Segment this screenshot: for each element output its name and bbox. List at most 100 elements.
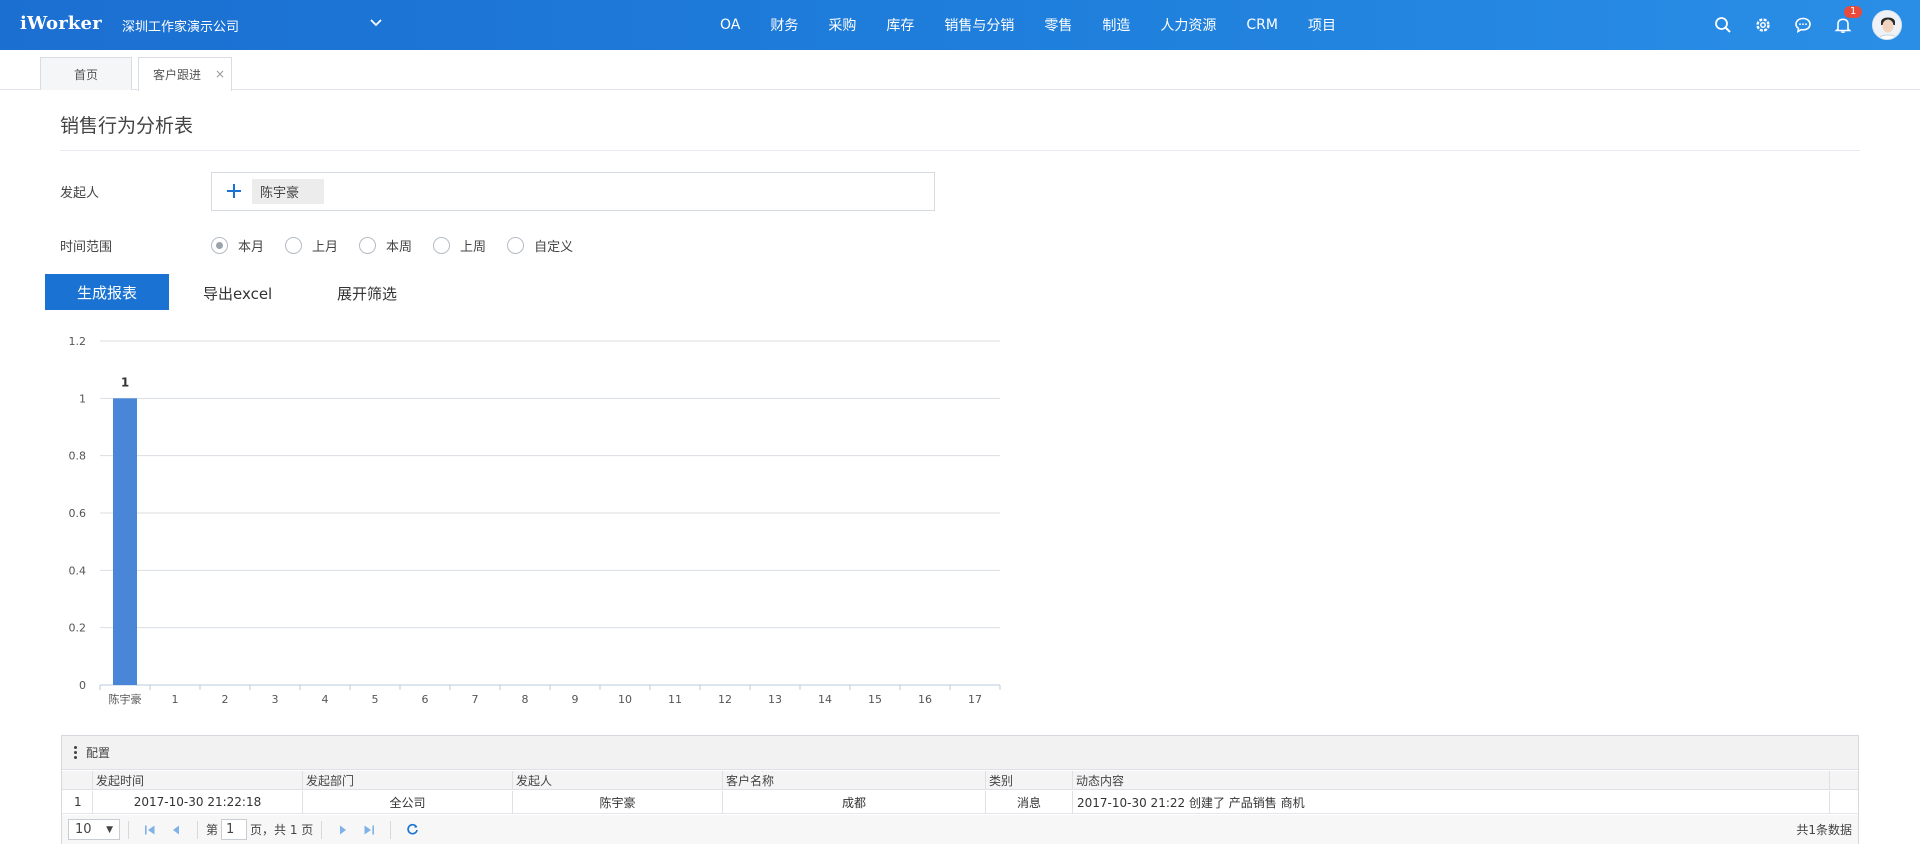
total-count: 共1条数据 <box>1796 823 1852 837</box>
bell-icon[interactable]: 1 <box>1832 6 1863 36</box>
radio-last-week[interactable]: 上周 <box>433 236 486 255</box>
gear-icon[interactable] <box>1752 14 1774 36</box>
y-tick-label: 0.6 <box>69 507 87 520</box>
column-header-content[interactable]: 动态内容 <box>1073 771 1830 789</box>
y-tick-label: 1.2 <box>69 335 87 348</box>
y-tick-label: 0.2 <box>69 622 87 635</box>
x-tick-label: 13 <box>768 693 782 706</box>
top-bar: iWorker 深圳工作家演示公司 OA 财务 采购 库存 销售与分销 零售 制… <box>0 0 1920 50</box>
tab-bar: 首页 客户跟进 × <box>0 50 1920 91</box>
x-tick-label: 9 <box>572 693 579 706</box>
x-tick-label: 15 <box>868 693 882 706</box>
more-icon[interactable] <box>72 745 78 760</box>
column-header-type[interactable]: 类别 <box>986 771 1073 789</box>
caret-down-icon: ▼ <box>106 824 113 835</box>
radio-label: 上月 <box>312 240 339 255</box>
x-tick-label: 16 <box>918 693 932 706</box>
cell-department: 全公司 <box>303 791 513 813</box>
cell-initiator: 陈宇豪 <box>513 791 723 813</box>
divider <box>128 820 129 839</box>
column-header-index <box>62 771 93 789</box>
page-number-input[interactable]: 1 <box>221 819 248 840</box>
column-header-department[interactable]: 发起部门 <box>303 771 513 789</box>
divider <box>197 820 198 839</box>
expand-filter-button[interactable]: 展开筛选 <box>337 283 397 304</box>
search-icon[interactable] <box>1712 14 1734 36</box>
tab-home[interactable]: 首页 <box>40 57 132 90</box>
radio-circle[interactable] <box>285 237 303 254</box>
nav-item-crm[interactable]: CRM <box>1246 17 1278 33</box>
table-row[interactable]: 1 2017-10-30 21:22:18 全公司 陈宇豪 成都 消息 2017… <box>62 791 1858 814</box>
divider <box>390 820 392 839</box>
radio-label: 自定义 <box>534 240 574 255</box>
last-page-icon[interactable] <box>361 822 377 838</box>
close-icon[interactable]: × <box>215 67 225 81</box>
refresh-icon[interactable] <box>404 822 420 838</box>
radio-custom[interactable]: 自定义 <box>507 236 573 255</box>
company-name[interactable]: 深圳工作家演示公司 <box>122 16 239 35</box>
column-header-initiator[interactable]: 发起人 <box>513 771 723 789</box>
y-tick-label: 1 <box>79 392 86 405</box>
row-index: 1 <box>62 791 93 813</box>
page-suffix: 页，共 1 页 <box>250 823 314 837</box>
radio-circle[interactable] <box>507 237 525 254</box>
x-tick-label: 2 <box>222 693 229 706</box>
nav-item-project[interactable]: 项目 <box>1308 15 1336 35</box>
x-tick-label: 6 <box>422 693 429 706</box>
config-label[interactable]: 配置 <box>86 744 110 761</box>
plus-icon[interactable] <box>224 181 244 201</box>
data-grid: 配置 发起时间 发起部门 发起人 客户名称 类别 动态内容 1 2017-10-… <box>61 735 1859 844</box>
bar-data-label: 1 <box>121 375 129 389</box>
radio-circle[interactable] <box>359 237 377 254</box>
time-range-label: 时间范围 <box>60 240 113 255</box>
nav-item-oa[interactable]: OA <box>720 17 740 33</box>
cell-time: 2017-10-30 21:22:18 <box>93 791 303 813</box>
column-header-customer[interactable]: 客户名称 <box>723 771 986 789</box>
chevron-down-icon[interactable] <box>368 14 384 30</box>
title-divider <box>60 150 1860 151</box>
x-tick-label: 5 <box>372 693 379 706</box>
radio-this-month[interactable]: 本月 <box>211 236 264 255</box>
y-tick-label: 0.4 <box>69 564 87 577</box>
nav-item-manufacturing[interactable]: 制造 <box>1102 15 1130 35</box>
grid-header: 发起时间 发起部门 发起人 客户名称 类别 动态内容 <box>62 771 1858 790</box>
next-page-icon[interactable] <box>335 822 351 838</box>
y-tick-label: 0 <box>79 679 86 692</box>
radio-circle[interactable] <box>211 237 228 254</box>
x-tick-label: 14 <box>818 693 832 706</box>
nav-item-purchase[interactable]: 采购 <box>828 15 856 35</box>
tab-label: 首页 <box>73 67 98 82</box>
prev-page-icon[interactable] <box>168 822 184 838</box>
initiator-field[interactable]: 陈宇豪 <box>211 172 935 211</box>
x-tick-label: 10 <box>618 693 632 706</box>
nav-item-finance[interactable]: 财务 <box>770 15 798 35</box>
main-nav: OA 财务 采购 库存 销售与分销 零售 制造 人力资源 CRM 项目 <box>720 0 1366 50</box>
generate-report-button[interactable]: 生成报表 <box>45 274 169 310</box>
column-header-time[interactable]: 发起时间 <box>93 771 303 789</box>
nav-item-retail[interactable]: 零售 <box>1044 15 1072 35</box>
nav-item-inventory[interactable]: 库存 <box>886 15 914 35</box>
x-tick-label: 4 <box>322 693 329 706</box>
cell-type: 消息 <box>986 791 1073 813</box>
radio-circle[interactable] <box>433 237 451 254</box>
radio-label: 上周 <box>460 240 487 255</box>
export-excel-button[interactable]: 导出excel <box>203 283 272 304</box>
initiator-chip[interactable]: 陈宇豪 <box>252 179 324 204</box>
avatar[interactable] <box>1872 10 1902 40</box>
radio-label: 本月 <box>238 240 265 255</box>
x-tick-label: 3 <box>272 693 279 706</box>
nav-item-sales[interactable]: 销售与分销 <box>944 15 1014 35</box>
x-tick-label: 12 <box>718 693 732 706</box>
app-logo[interactable]: iWorker <box>20 13 102 34</box>
cell-content: 2017-10-30 21:22 创建了 产品销售 商机 <box>1073 791 1830 813</box>
nav-item-hr[interactable]: 人力资源 <box>1160 15 1216 35</box>
bar-chart: 00.20.40.60.811.2陈宇豪 1 2 3 4 5 6 7 8 9 10 11 12 13 14 1… <box>69 335 1001 706</box>
x-tick-label: 1 <box>172 693 179 706</box>
page-size-select[interactable]: 10 ▼ <box>68 819 120 840</box>
first-page-icon[interactable] <box>142 822 158 838</box>
tab-customer-followup[interactable]: 客户跟进 × <box>138 57 232 91</box>
radio-last-month[interactable]: 上月 <box>285 236 338 255</box>
chat-icon[interactable] <box>1792 14 1814 36</box>
page-prefix: 第 <box>206 823 219 837</box>
radio-this-week[interactable]: 本周 <box>359 236 412 255</box>
